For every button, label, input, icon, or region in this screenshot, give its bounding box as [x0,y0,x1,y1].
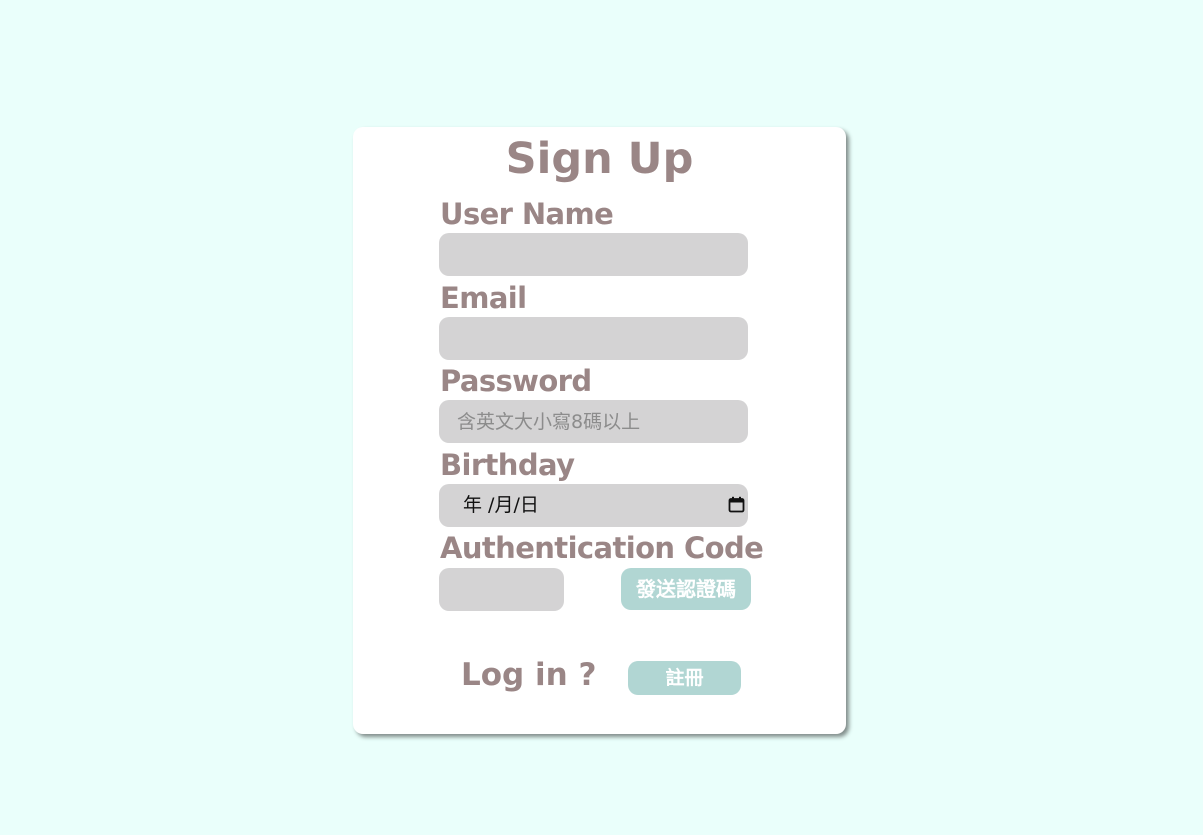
username-input[interactable] [439,233,748,276]
login-link[interactable]: Log in ? [461,656,597,694]
register-button[interactable]: 註冊 [628,661,741,695]
password-input[interactable] [439,400,748,443]
auth-code-label: Authentication Code [440,531,764,565]
email-input[interactable] [439,317,748,360]
page-title: Sign Up [505,134,694,184]
email-label: Email [440,281,527,315]
birthday-date-input[interactable]: 年 /月/日 [439,484,748,527]
password-label: Password [440,364,592,398]
signup-card: Sign Up User Name Email Password Birthda… [353,127,846,734]
username-label: User Name [440,197,614,231]
birthday-date-text: 年 /月/日 [463,494,539,516]
calendar-icon[interactable] [728,496,745,513]
birthday-label: Birthday [440,448,575,482]
send-code-button[interactable]: 發送認證碼 [621,568,751,610]
auth-code-input[interactable] [439,568,564,611]
